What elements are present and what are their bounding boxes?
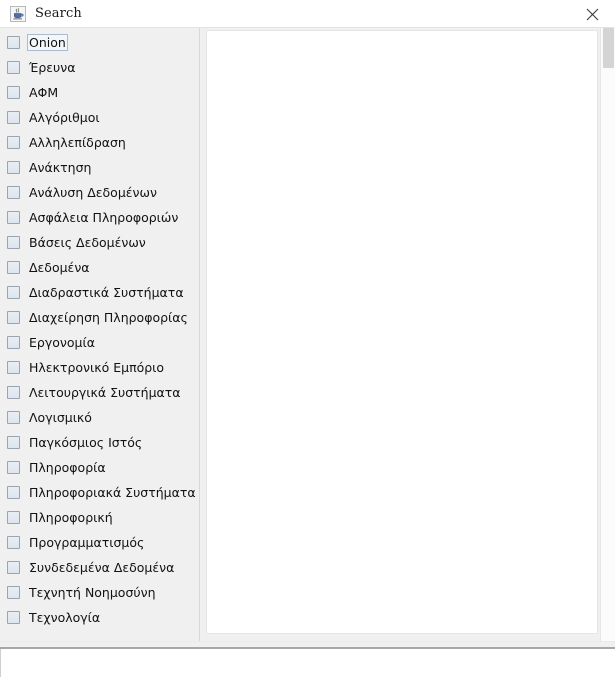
list-item[interactable]: Ασφάλεια Πληροφοριών (0, 205, 199, 230)
list-item-label: Ηλεκτρονικό Εμπόριο (29, 360, 165, 375)
checkbox-icon[interactable] (7, 236, 20, 249)
list-item[interactable]: Ηλεκτρονικό Εμπόριο (0, 355, 199, 380)
checkbox-icon[interactable] (7, 136, 20, 149)
checkbox-icon[interactable] (7, 511, 20, 524)
list-item-label: Εργονομία (29, 335, 95, 350)
checkbox-icon[interactable] (7, 111, 20, 124)
list-item-label: Παγκόσμιος Ιστός (29, 435, 143, 450)
list-item-label: Προγραμματισμός (29, 535, 145, 550)
checkbox-icon[interactable] (7, 561, 20, 574)
checkbox-icon[interactable] (7, 211, 20, 224)
list-item[interactable]: Λειτουργικά Συστήματα (0, 380, 199, 405)
list-item[interactable]: Παγκόσμιος Ιστός (0, 430, 199, 455)
checkbox-icon[interactable] (7, 411, 20, 424)
list-item[interactable]: Αλληλεπίδραση (0, 130, 199, 155)
checkbox-icon[interactable] (7, 261, 20, 274)
list-item-label: ΑΦΜ (29, 85, 59, 100)
checkbox-icon[interactable] (7, 286, 20, 299)
checkbox-icon[interactable] (7, 361, 20, 374)
list-item-label: Διαχείρηση Πληροφορίας (29, 310, 188, 325)
list-item[interactable]: Πληροφορική (0, 505, 199, 530)
list-item-label: Λογισμικό (29, 410, 92, 425)
list-item-label: Αλγόριθμοι (29, 110, 100, 125)
checkbox-icon[interactable] (7, 486, 20, 499)
results-panel[interactable] (206, 30, 598, 634)
list-item-label: Ανάκτηση (29, 160, 92, 175)
list-item[interactable]: Έρευνα (0, 55, 199, 80)
list-item[interactable]: Onion (0, 30, 199, 55)
list-item[interactable]: Συνδεδεμένα Δεδομένα (0, 555, 199, 580)
list-item-label: Onion (27, 34, 68, 51)
list-item-label: Δεδομένα (29, 260, 90, 275)
checkbox-icon[interactable] (7, 36, 20, 49)
list-item[interactable]: Βάσεις Δεδομένων (0, 230, 199, 255)
checkbox-icon[interactable] (7, 611, 20, 624)
list-item[interactable]: Πληροφορία (0, 455, 199, 480)
list-item[interactable]: Λογισμικό (0, 405, 199, 430)
search-window: Search Onion Έρευνα ΑΦΜ Αλγόριθμοι Αλληλεπίδ… (0, 0, 615, 677)
checkbox-icon[interactable] (7, 86, 20, 99)
keyword-checkbox-list[interactable]: Onion Έρευνα ΑΦΜ Αλγόριθμοι Αλληλεπίδραση Ανά… (0, 28, 199, 630)
checkbox-icon[interactable] (7, 186, 20, 199)
list-item[interactable]: Πληροφοριακά Συστήματα (0, 480, 199, 505)
list-item-label: Έρευνα (29, 60, 76, 75)
close-window-button[interactable] (570, 0, 615, 28)
vertical-scrollbar-thumb[interactable] (603, 28, 614, 68)
list-item[interactable]: Τεχνητή Νοημοσύνη (0, 580, 199, 605)
list-item-label: Συνδεδεμένα Δεδομένα (29, 560, 175, 575)
checkbox-icon[interactable] (7, 336, 20, 349)
checkbox-icon[interactable] (7, 436, 20, 449)
list-item[interactable]: Διαδραστικά Συστήματα (0, 280, 199, 305)
list-item[interactable]: Διαχείρηση Πληροφορίας (0, 305, 199, 330)
list-item-label: Τεχνητή Νοημοσύνη (29, 585, 156, 600)
window-content: Onion Έρευνα ΑΦΜ Αλγόριθμοι Αλληλεπίδραση Ανά… (0, 28, 615, 677)
checkbox-icon[interactable] (7, 461, 20, 474)
window-title-text: Search (35, 6, 82, 21)
list-item-label: Διαδραστικά Συστήματα (29, 285, 184, 300)
list-item-label: Ασφάλεια Πληροφοριών (29, 210, 179, 225)
checkbox-icon[interactable] (7, 586, 20, 599)
list-item[interactable]: Προγραμματισμός (0, 530, 199, 555)
list-item[interactable]: Ανάκτηση (0, 155, 199, 180)
list-item-label: Ανάλυση Δεδομένων (29, 185, 157, 200)
vertical-scrollbar[interactable] (600, 28, 615, 641)
list-item-label: Βάσεις Δεδομένων (29, 235, 146, 250)
list-item[interactable]: Ανάλυση Δεδομένων (0, 180, 199, 205)
keyword-list-pane: Onion Έρευνα ΑΦΜ Αλγόριθμοι Αλληλεπίδραση Ανά… (0, 28, 200, 641)
list-item[interactable]: Δεδομένα (0, 255, 199, 280)
java-coffee-cup-icon (10, 5, 26, 22)
list-item[interactable]: ΑΦΜ (0, 80, 199, 105)
list-item[interactable]: Αλγόριθμοι (0, 105, 199, 130)
checkbox-icon[interactable] (7, 61, 20, 74)
list-item-label: Πληροφορία (29, 460, 106, 475)
checkbox-icon[interactable] (7, 161, 20, 174)
list-item[interactable]: Εργονομία (0, 330, 199, 355)
list-item-label: Αλληλεπίδραση (29, 135, 126, 150)
checkbox-icon[interactable] (7, 536, 20, 549)
list-item-label: Πληροφοριακά Συστήματα (29, 485, 196, 500)
checkbox-icon[interactable] (7, 386, 20, 399)
list-item-label: Τεχνολογία (29, 610, 101, 625)
list-item[interactable]: Τεχνολογία (0, 605, 199, 630)
checkbox-icon[interactable] (7, 311, 20, 324)
list-item-label: Πληροφορική (29, 510, 113, 525)
list-item-label: Λειτουργικά Συστήματα (29, 385, 181, 400)
window-title-bar: Search (0, 0, 615, 28)
